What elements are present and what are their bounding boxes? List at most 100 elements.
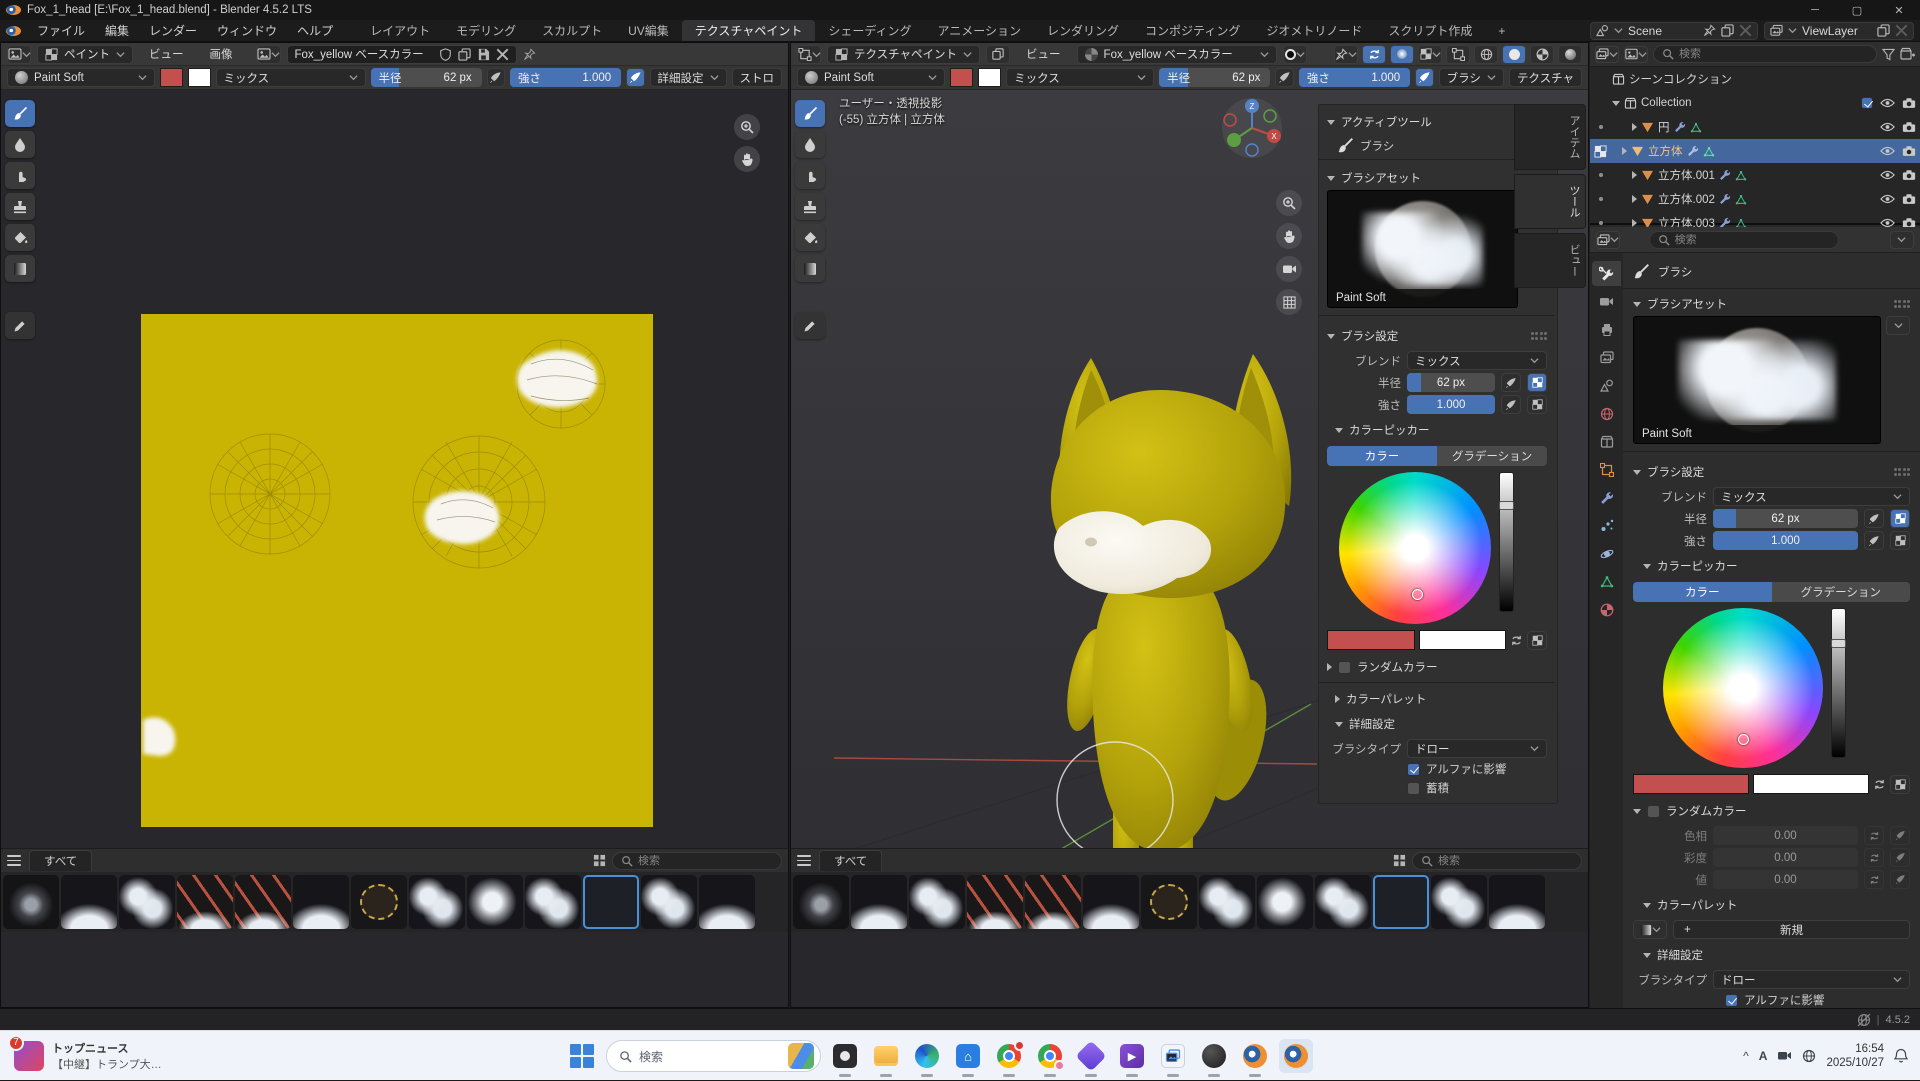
navigation-gizmo[interactable]: Z X	[1220, 96, 1284, 160]
secondary-color-swatch[interactable]	[1419, 630, 1507, 650]
disclosure-right-icon[interactable]	[1632, 219, 1637, 227]
brush-selector[interactable]: Paint Soft	[7, 68, 155, 87]
brush-thumbnail[interactable]	[793, 875, 849, 929]
app-file-explorer[interactable]	[869, 1039, 903, 1073]
menu-window[interactable]: ウィンドウ	[207, 20, 287, 41]
shading-wireframe-button[interactable]	[1474, 45, 1498, 64]
browse-image-button[interactable]	[257, 45, 281, 64]
value-refresh-button[interactable]	[1864, 870, 1884, 889]
blend-mode-dropdown[interactable]: ミックス	[1006, 68, 1154, 87]
strength-slider[interactable]: 強さ1.000	[1299, 68, 1410, 87]
blend-mode-dropdown[interactable]: ミックス	[1713, 487, 1910, 506]
radius-pressure-button[interactable]	[1275, 68, 1294, 87]
camera-icon[interactable]	[1902, 97, 1916, 109]
disclosure-right-icon[interactable]	[1622, 147, 1627, 155]
random-value-slider[interactable]: 0.00	[1713, 870, 1858, 889]
panel-color-picker[interactable]: カラーピッカー	[1327, 417, 1547, 442]
app-chrome-badged[interactable]	[992, 1039, 1026, 1073]
brush-thumbnail[interactable]	[699, 875, 755, 929]
brush-menu-dropdown[interactable]: ブラシ	[1439, 68, 1504, 87]
tab-animation[interactable]: アニメーション	[925, 20, 1035, 41]
panel-advanced[interactable]: 詳細設定	[1327, 711, 1547, 736]
smear-tool-button[interactable]	[5, 162, 35, 189]
close-button[interactable]: ✕	[1878, 0, 1920, 20]
strength-slider[interactable]: 1.000	[1713, 531, 1858, 550]
overlays-button[interactable]	[1446, 45, 1470, 64]
sidebar-tab-item[interactable]: アイテム	[1514, 104, 1586, 170]
shelf-search-input[interactable]	[612, 852, 782, 870]
random-color-checkbox[interactable]	[1338, 661, 1351, 674]
duplicate-image-icon[interactable]	[458, 48, 471, 61]
shelf-tab-all[interactable]: すべて	[819, 850, 882, 871]
editor-type-button[interactable]	[1596, 231, 1620, 249]
secondary-color-swatch[interactable]	[1753, 774, 1869, 794]
brush-thumbnail[interactable]	[1489, 875, 1545, 929]
pin-icon[interactable]	[1703, 24, 1716, 37]
saturation-refresh-button[interactable]	[1864, 848, 1884, 867]
value-slider[interactable]	[1499, 472, 1514, 612]
mask-tool-button[interactable]	[795, 255, 825, 282]
brush-thumbnail[interactable]	[1431, 875, 1487, 929]
outliner-filter-mode[interactable]	[1624, 46, 1648, 63]
soften-tool-button[interactable]	[5, 131, 35, 158]
new-collection-icon[interactable]	[1900, 47, 1915, 61]
color-wheel[interactable]	[1339, 472, 1491, 624]
outliner-search-input[interactable]	[1653, 45, 1877, 63]
camera-icon[interactable]	[1902, 169, 1916, 181]
outliner-row-object[interactable]: 立方体.001	[1590, 163, 1920, 187]
value-pressure-button[interactable]	[1890, 870, 1910, 889]
random-saturation-slider[interactable]: 0.00	[1713, 848, 1858, 867]
brush-selector[interactable]: Paint Soft	[797, 68, 945, 87]
tab-shading[interactable]: シェーディング	[815, 20, 924, 41]
display-mode-icon[interactable]	[593, 854, 606, 867]
new-viewlayer-icon[interactable]	[1877, 24, 1890, 37]
tab-view-layer[interactable]	[1592, 345, 1621, 370]
tab-modifiers[interactable]	[1592, 485, 1621, 510]
tab-gradient[interactable]: グラデーション	[1772, 582, 1911, 602]
collection-checkbox[interactable]	[1861, 97, 1873, 109]
tab-compositing[interactable]: コンポジティング	[1132, 20, 1253, 41]
brush-thumbnail[interactable]	[467, 875, 523, 929]
smear-tool-button[interactable]	[795, 162, 825, 189]
tab-uv-editing[interactable]: UV編集	[615, 20, 682, 41]
texture-menu-dropdown[interactable]: テクスチャ	[1509, 68, 1582, 87]
outliner-row-object-selected[interactable]: 立方体	[1590, 139, 1920, 163]
start-button[interactable]	[565, 1039, 599, 1073]
primary-color-swatch[interactable]	[160, 68, 183, 87]
app-unity[interactable]	[1197, 1039, 1231, 1073]
panel-brush-settings[interactable]: ブラシ設定	[1327, 323, 1547, 348]
minimize-button[interactable]: ─	[1794, 0, 1836, 20]
app-store[interactable]: ⌂	[951, 1039, 985, 1073]
primary-color-swatch[interactable]	[1327, 630, 1415, 650]
app-photos[interactable]	[1156, 1039, 1190, 1073]
tab-particles[interactable]	[1592, 513, 1621, 538]
shelf-search-input[interactable]	[1412, 852, 1582, 870]
color-wheel[interactable]	[1663, 608, 1823, 768]
sidebar-tab-view[interactable]: ビュー	[1514, 233, 1586, 288]
annotate-tool-button[interactable]	[5, 312, 35, 339]
radius-pressure-button[interactable]	[487, 68, 505, 87]
value-slider[interactable]	[1831, 608, 1846, 758]
pack-image-icon[interactable]	[477, 48, 490, 61]
editor-type-button[interactable]	[7, 45, 31, 64]
brush-thumbnail-selected[interactable]	[583, 875, 639, 929]
texture-slot-button[interactable]	[986, 45, 1010, 64]
hue-refresh-button[interactable]	[1864, 826, 1884, 845]
clone-tool-button[interactable]	[5, 193, 35, 220]
color-wheel-cursor[interactable]	[1412, 589, 1423, 600]
news-widget[interactable]: 7 トップニュース 【中継】トランプ大…	[0, 1040, 176, 1072]
tab-geometry-nodes[interactable]: ジオメトリノード	[1253, 20, 1375, 41]
brush-type-dropdown[interactable]: ドロー	[1407, 739, 1547, 758]
radius-slider[interactable]: 62 px	[1407, 373, 1495, 392]
maximize-button[interactable]: ▢	[1836, 0, 1878, 20]
random-color-checkbox[interactable]	[1647, 805, 1660, 818]
toggle-perspective-icon[interactable]	[1276, 289, 1302, 315]
shading-solid-button[interactable]	[1502, 45, 1526, 64]
fill-tool-button[interactable]	[5, 224, 35, 251]
zoom-icon[interactable]	[734, 114, 760, 140]
camera-icon[interactable]	[1902, 145, 1916, 157]
disclosure-right-icon[interactable]	[1632, 123, 1637, 131]
fill-tool-button[interactable]	[795, 224, 825, 251]
brush-thumbnail[interactable]	[1315, 875, 1371, 929]
stroke-dropdown[interactable]: ストロ	[732, 68, 783, 87]
